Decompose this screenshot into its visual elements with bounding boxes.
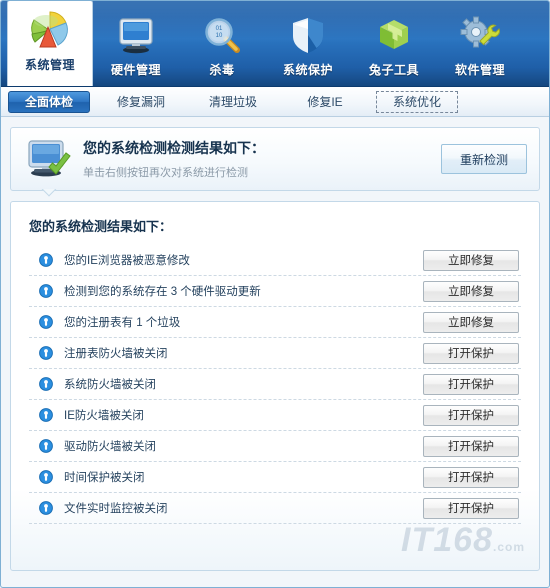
tab-label: 修复IE [307,95,343,109]
list-item: 驱动防火墙被关闭 打开保护 [29,431,521,462]
tab-system-optimize[interactable]: 系统优化 [376,90,458,113]
tab-strip: 全面体检 修复漏洞 清理垃圾 修复IE 系统优化 [1,87,549,117]
monitor-check-icon [25,137,73,181]
protect-button[interactable]: 打开保护 [423,435,519,457]
list-item-label: 时间保护被关闭 [64,472,145,484]
banner-region: 您的系统检测检测结果如下： 单击右侧按钮再次对系统进行检测 重新检测 [1,117,549,197]
protect-button[interactable]: 打开保护 [423,466,519,488]
fix-button[interactable]: 立即修复 [423,311,519,333]
fix-button[interactable]: 立即修复 [423,280,519,302]
list-item-label: 您的注册表有 1 个垃圾 [64,317,181,329]
info-exclaim-icon [39,346,53,360]
list-item-label: 文件实时监控被关闭 [64,503,168,515]
list-item-label: 驱动防火墙被关闭 [64,441,156,453]
list-item: 时间保护被关闭 打开保护 [29,462,521,493]
list-item-label: 检测到您的系统存在 3 个硬件驱动更新 [64,286,261,298]
pie-chart-icon [27,7,73,53]
toolbar-item-label: 系统保护 [282,63,333,77]
info-exclaim-icon [39,501,53,515]
toolbar-item-label: 兔子工具 [368,63,419,77]
tab-full-checkup[interactable]: 全面体检 [8,90,90,113]
list-item: 系统防火墙被关闭 打开保护 [29,369,521,400]
tab-label: 系统优化 [392,95,441,109]
shield-icon [285,12,331,58]
watermark: IT168.com [401,521,525,560]
toolbar-item-system-protect[interactable]: 系统保护 [265,6,351,86]
toolbar-item-label: 软件管理 [454,63,505,77]
list-item-label: 注册表防火墙被关闭 [64,348,168,360]
info-exclaim-icon [39,377,53,391]
watermark-text: IT168 [401,521,493,559]
list-item-label: 系统防火墙被关闭 [64,379,156,391]
info-exclaim-icon [39,408,53,422]
result-panel-region: 您的系统检测结果如下： 您的IE浏览器被恶意修改 立即修复 检测到您的系统存在 … [1,191,549,571]
app-window: 系统管理 硬件管理 01 10 杀毒 系统保护 兔子工具 软件管理 全面体检 修… [0,0,550,588]
list-item: 文件实时监控被关闭 打开保护 [29,493,521,524]
list-item: IE防火墙被关闭 打开保护 [29,400,521,431]
protect-button[interactable]: 打开保护 [423,342,519,364]
main-toolbar: 系统管理 硬件管理 01 10 杀毒 系统保护 兔子工具 软件管理 [1,1,549,87]
gear-wrench-icon [457,12,503,58]
panel-title: 您的系统检测结果如下： [29,219,173,234]
fix-button[interactable]: 立即修复 [423,249,519,271]
magnifier-icon: 01 10 [199,12,245,58]
banner-title: 您的系统检测检测结果如下： [83,140,265,156]
tab-label: 修复漏洞 [116,95,165,109]
info-exclaim-icon [39,315,53,329]
tab-fix-vulnerabilities[interactable]: 修复漏洞 [100,91,182,113]
list-item: 您的注册表有 1 个垃圾 立即修复 [29,307,521,338]
info-exclaim-icon [39,439,53,453]
protect-button[interactable]: 打开保护 [423,373,519,395]
protect-button[interactable]: 打开保护 [423,497,519,519]
toolbar-item-antivirus[interactable]: 01 10 杀毒 [179,6,265,86]
monitor-icon [113,12,159,58]
info-exclaim-icon [39,253,53,267]
scan-result-banner: 您的系统检测检测结果如下： 单击右侧按钮再次对系统进行检测 重新检测 [10,127,540,197]
tab-label: 全面体检 [24,95,73,109]
result-panel: 您的系统检测结果如下： 您的IE浏览器被恶意修改 立即修复 检测到您的系统存在 … [10,201,540,571]
tab-label: 清理垃圾 [208,95,257,109]
toolbar-item-hardware-manage[interactable]: 硬件管理 [93,6,179,86]
toolbar-item-label: 系统管理 [24,58,75,72]
svg-text:01: 01 [216,26,223,32]
toolbar-item-system-manage[interactable]: 系统管理 [7,1,93,86]
banner-subtitle: 单击右侧按钮再次对系统进行检测 [83,167,248,179]
tab-fix-ie[interactable]: 修复IE [284,91,366,113]
banner-text: 您的系统检测检测结果如下： 单击右侧按钮再次对系统进行检测 [73,138,441,180]
watermark-suffix: .com [492,540,525,554]
tab-clean-junk[interactable]: 清理垃圾 [192,91,274,113]
result-list: 您的IE浏览器被恶意修改 立即修复 检测到您的系统存在 3 个硬件驱动更新 立即… [29,245,521,524]
list-item: 您的IE浏览器被恶意修改 立即修复 [29,245,521,276]
protect-button[interactable]: 打开保护 [423,404,519,426]
list-item-label: 您的IE浏览器被恶意修改 [64,255,190,267]
banner-notch [41,189,57,198]
list-item: 检测到您的系统存在 3 个硬件驱动更新 立即修复 [29,276,521,307]
toolbar-item-rabbit-tools[interactable]: 兔子工具 [351,6,437,86]
info-exclaim-icon [39,284,53,298]
toolbar-item-label: 硬件管理 [110,63,161,77]
svg-text:10: 10 [216,33,223,39]
list-item: 注册表防火墙被关闭 打开保护 [29,338,521,369]
green-box-icon [371,12,417,58]
toolbar-item-label: 杀毒 [209,63,235,77]
rescan-button[interactable]: 重新检测 [441,144,527,174]
toolbar-item-software-manage[interactable]: 软件管理 [437,6,523,86]
info-exclaim-icon [39,470,53,484]
list-item-label: IE防火墙被关闭 [64,410,144,422]
